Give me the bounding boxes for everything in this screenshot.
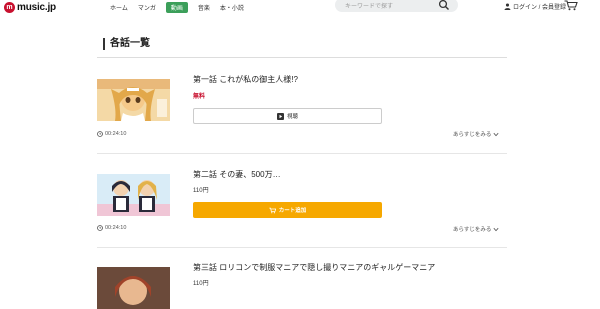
clock-icon xyxy=(97,225,103,231)
episode-divider xyxy=(97,247,507,248)
site-logo[interactable]: m music.jp xyxy=(4,1,56,13)
synopsis-label: あらすじをみる xyxy=(453,227,492,233)
synopsis-toggle[interactable]: あらすじをみる xyxy=(453,225,499,233)
chevron-down-icon xyxy=(493,227,499,231)
episode-thumbnail[interactable] xyxy=(97,267,170,309)
play-icon xyxy=(276,112,284,120)
watch-button[interactable]: 視聴 xyxy=(193,108,382,124)
episode-thumbnail[interactable] xyxy=(97,79,170,121)
search-bar[interactable]: キーワードで探す xyxy=(335,0,458,12)
episode-title[interactable]: 第一話 これが私の御主人様!? xyxy=(193,74,298,85)
episode-thumbnail[interactable] xyxy=(97,174,170,216)
search-icon[interactable] xyxy=(438,0,450,11)
clock-icon xyxy=(97,131,103,137)
search-input[interactable]: キーワードで探す xyxy=(345,1,438,10)
main-nav: ホーム マンガ 動画 音楽 本・小説 xyxy=(110,1,254,13)
user-icon xyxy=(504,3,511,10)
episode-price: 無料 xyxy=(193,94,206,100)
nav-music[interactable]: 音楽 xyxy=(198,3,210,12)
cart-icon xyxy=(268,207,276,213)
logo-text: music.jp xyxy=(17,1,56,13)
nav-manga[interactable]: マンガ xyxy=(138,3,156,12)
title-divider xyxy=(97,57,507,58)
episode-divider xyxy=(97,153,507,154)
nav-books[interactable]: 本・小説 xyxy=(220,3,244,12)
chevron-down-icon xyxy=(493,132,499,136)
nav-home[interactable]: ホーム xyxy=(110,3,128,12)
cart-icon[interactable] xyxy=(564,0,578,11)
episode-title[interactable]: 第二話 その妻、500万… xyxy=(193,169,281,180)
watch-button-label: 視聴 xyxy=(286,114,298,120)
site-header: m music.jp ホーム マンガ 動画 音楽 本・小説 キーワードで探す ロ… xyxy=(0,0,600,14)
episode-duration: 00:24:10 xyxy=(97,225,126,231)
login-label: ログイン / 会員登録 xyxy=(513,5,567,11)
episode-price: 110円 xyxy=(193,188,209,194)
nav-video[interactable]: 動画 xyxy=(165,1,188,13)
duration-text: 00:24:10 xyxy=(105,225,127,231)
page-title: 各話一覧 xyxy=(103,38,150,50)
episode-duration: 00:24:10 xyxy=(97,131,126,137)
logo-mark: m xyxy=(4,1,15,13)
synopsis-toggle[interactable]: あらすじをみる xyxy=(453,130,499,138)
add-to-cart-button[interactable]: カート追加 xyxy=(193,202,382,218)
episode-title[interactable]: 第三話 ロリコンで制服マニアで隠し撮りマニアのギャルゲーマニア xyxy=(193,262,435,273)
add-to-cart-label: カート追加 xyxy=(278,208,307,214)
login-link[interactable]: ログイン / 会員登録 xyxy=(504,2,566,11)
duration-text: 00:24:10 xyxy=(105,131,127,137)
synopsis-label: あらすじをみる xyxy=(453,132,492,138)
